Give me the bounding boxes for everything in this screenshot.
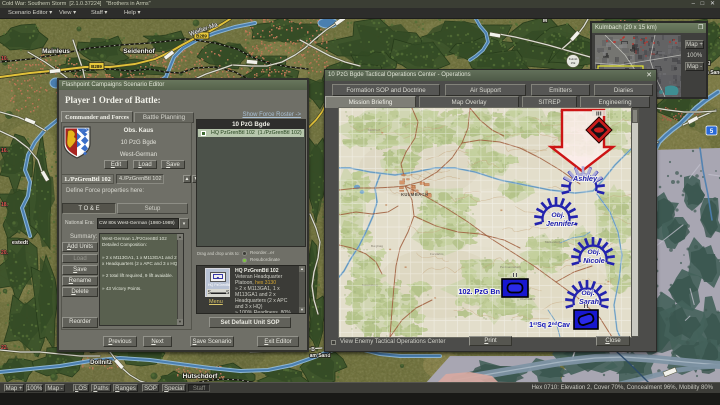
svg-text:Sarah: Sarah [579,297,600,306]
svg-text:Obj.: Obj. [551,212,564,219]
svg-text:Nicole: Nicole [583,256,605,265]
svg-text:Ashley: Ashley [572,174,598,183]
svg-text:15k: 15k [571,61,576,65]
svg-text:Jennifer: Jennifer [546,219,575,228]
svg-text:I I: I I [584,304,589,310]
svg-text:Dollnitz: Dollnitz [90,360,112,366]
svg-text:KULMBACH: KULMBACH [401,192,428,197]
svg-text:16.: 16. [1,148,9,154]
svg-text:Petzmannsberg: Petzmannsberg [500,265,521,269]
svg-text:10.: 10. [1,56,9,62]
svg-text:18.: 18. [1,202,9,208]
svg-text:Hutschdorf: Hutschdorf [183,373,219,380]
svg-text:B: B [311,347,315,353]
svg-text:Mainleus: Mainleus [42,48,70,55]
svg-text:20.: 20. [1,250,9,256]
svg-text:Obj.: Obj. [587,249,600,256]
svg-text:Metzdorf: Metzdorf [368,128,380,132]
svg-text:B289: B289 [91,64,102,69]
svg-text:Melkendorf: Melkendorf [545,240,560,244]
svg-text:22.: 22. [1,345,9,351]
svg-text:102. PzG Bn: 102. PzG Bn [458,287,500,296]
svg-text:Obj.: Obj. [581,290,594,297]
svg-text:Seidenhof: Seidenhof [123,48,155,55]
svg-text:M: M [543,19,547,24]
svg-text:I I: I I [513,273,518,279]
svg-text:estedt: estedt [12,240,28,246]
svg-text:Burghaig: Burghaig [371,244,383,248]
svg-text:am Sand: am Sand [310,353,331,359]
svg-text:Forstlahm: Forstlahm [430,252,444,256]
